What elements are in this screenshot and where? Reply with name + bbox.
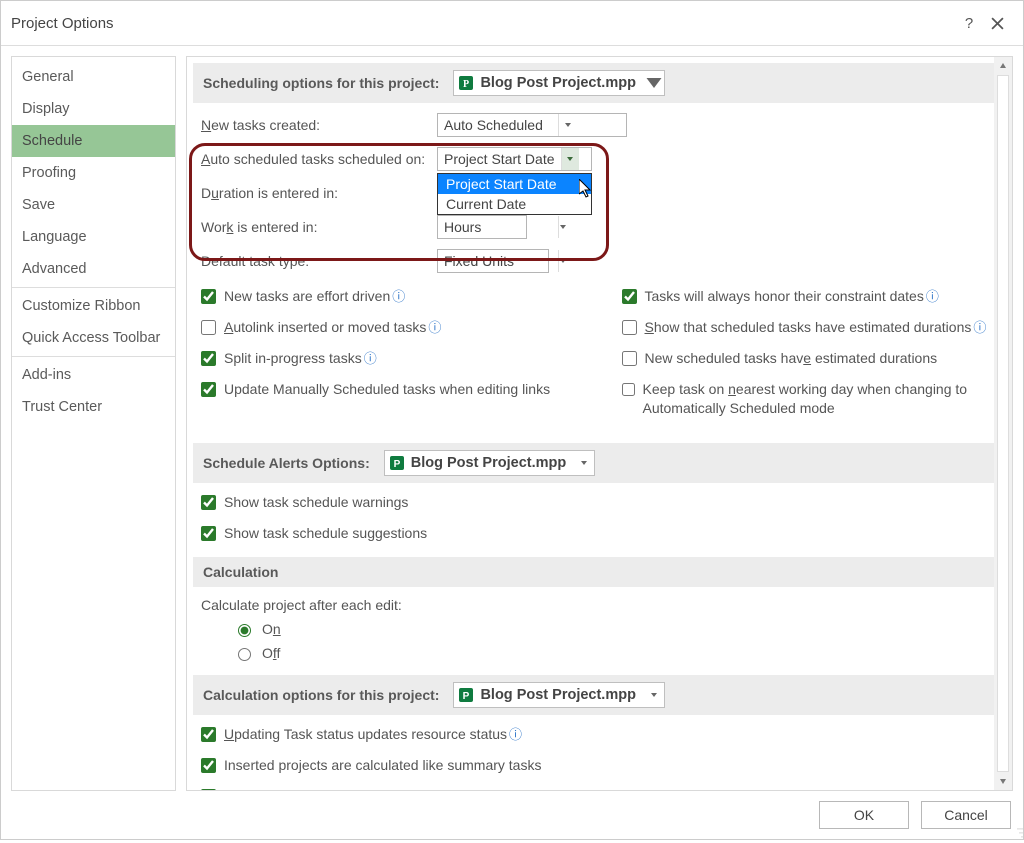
chk-schedule-suggestions[interactable]: Show task schedule suggestions <box>201 524 1002 543</box>
work-entered-in-value: Hours <box>438 219 558 235</box>
auto-scheduled-on-dropdown[interactable]: Project Start Date Current Date <box>437 173 592 215</box>
scheduling-options-title: Scheduling options for this project: <box>203 75 439 91</box>
sidebar-item-advanced[interactable]: Advanced <box>12 253 175 285</box>
sidebar-item-save[interactable]: Save <box>12 189 175 221</box>
svg-text:P: P <box>393 459 400 470</box>
default-task-type-combo[interactable]: Fixed Units <box>437 249 549 273</box>
scheduling-options-header: Scheduling options for this project: P B… <box>193 63 1002 103</box>
chk-update-manual-links[interactable]: Update Manually Scheduled tasks when edi… <box>201 380 582 399</box>
chk-inserted-projects-summary[interactable]: Inserted projects are calculated like su… <box>201 756 1002 775</box>
schedule-checks-right: Tasks will always honor their constraint… <box>622 287 1003 429</box>
sidebar-item-proofing[interactable]: Proofing <box>12 157 175 189</box>
alerts-project-name: Blog Post Project.mpp <box>407 455 575 471</box>
info-icon[interactable]: ⓘ <box>973 320 986 335</box>
default-task-type-label: Default task type: <box>201 253 437 269</box>
chk-autolink[interactable]: Autolink inserted or moved tasksⓘ <box>201 318 582 337</box>
scheduling-project-name: Blog Post Project.mpp <box>476 75 644 91</box>
alerts-project-selector[interactable]: P Blog Post Project.mpp <box>384 450 596 476</box>
schedule-alerts-title: Schedule Alerts Options: <box>203 455 370 471</box>
chevron-down-icon <box>558 250 567 272</box>
calculation-title: Calculation <box>203 564 278 580</box>
chk-new-estimated[interactable]: New scheduled tasks have estimated durat… <box>622 349 1003 368</box>
new-tasks-created-combo[interactable]: Auto Scheduled <box>437 113 627 137</box>
dropdown-opt-project-start-date[interactable]: Project Start Date <box>438 174 591 194</box>
calculation-header: Calculation <box>193 557 1002 587</box>
chk-updating-task-status[interactable]: Updating Task status updates resource st… <box>201 725 1002 744</box>
info-icon[interactable]: ⓘ <box>392 289 405 304</box>
help-button[interactable]: ? <box>955 9 983 37</box>
chk-split-inprogress[interactable]: Split in-progress tasksⓘ <box>201 349 582 368</box>
dropdown-opt-current-date[interactable]: Current Date <box>438 194 591 214</box>
sidebar-item-general[interactable]: General <box>12 61 175 93</box>
mouse-cursor-icon <box>579 179 595 202</box>
duration-entered-in-label: Duration is entered in: <box>201 185 437 201</box>
svg-text:P: P <box>463 691 470 702</box>
new-tasks-created-label: New tasks created: <box>201 117 437 133</box>
titlebar: Project Options ? <box>1 1 1023 46</box>
sidebar-item-trust-center[interactable]: Trust Center <box>12 391 175 423</box>
calc-options-title: Calculation options for this project: <box>203 687 439 703</box>
chevron-down-icon <box>644 73 664 93</box>
project-file-icon: P <box>387 453 407 473</box>
chevron-down-icon <box>574 459 594 467</box>
chk-actual-costs-by-project[interactable]: Actual costs are always calculated by Pr… <box>201 787 1002 791</box>
schedule-alerts-header: Schedule Alerts Options: P Blog Post Pro… <box>193 443 1002 483</box>
sidebar-item-language[interactable]: Language <box>12 221 175 253</box>
project-file-icon: P <box>456 685 476 705</box>
options-sidebar: General Display Schedule Proofing Save L… <box>11 56 176 791</box>
scheduling-project-selector[interactable]: P Blog Post Project.mpp <box>453 70 665 96</box>
project-file-icon: P <box>456 73 476 93</box>
close-icon <box>991 17 1004 30</box>
scroll-up-icon[interactable] <box>994 57 1012 75</box>
cancel-button[interactable]: Cancel <box>921 801 1011 829</box>
sidebar-item-add-ins[interactable]: Add-ins <box>12 359 175 391</box>
info-icon[interactable]: ⓘ <box>428 320 441 335</box>
new-tasks-created-value: Auto Scheduled <box>438 117 558 133</box>
chevron-down-icon <box>561 148 579 170</box>
calc-project-name: Blog Post Project.mpp <box>476 687 644 703</box>
scroll-down-icon[interactable] <box>994 772 1012 790</box>
auto-scheduled-on-label: Auto scheduled tasks scheduled on: <box>201 151 437 167</box>
info-icon[interactable]: ⓘ <box>509 727 522 742</box>
chevron-down-icon <box>644 691 664 699</box>
schedule-checks-left: New tasks are effort drivenⓘ Autolink in… <box>201 287 582 429</box>
calc-after-edit-label: Calculate project after each edit: <box>193 597 1002 613</box>
schedule-options-panel: Scheduling options for this project: P B… <box>186 56 1013 791</box>
chk-honor-constraint[interactable]: Tasks will always honor their constraint… <box>622 287 1003 306</box>
calc-project-selector[interactable]: P Blog Post Project.mpp <box>453 682 665 708</box>
chk-show-estimated[interactable]: Show that scheduled tasks have estimated… <box>622 318 1003 337</box>
chk-keep-nearest-day[interactable]: Keep task on nearest working day when ch… <box>622 380 1003 418</box>
work-entered-in-label: Work is entered in: <box>201 219 437 235</box>
work-entered-in-combo[interactable]: Hours <box>437 215 527 239</box>
auto-scheduled-on-combo[interactable]: Project Start Date <box>437 147 592 171</box>
close-button[interactable] <box>983 9 1011 37</box>
window-title: Project Options <box>11 15 955 32</box>
chk-effort-driven[interactable]: New tasks are effort drivenⓘ <box>201 287 582 306</box>
sidebar-item-display[interactable]: Display <box>12 93 175 125</box>
info-icon[interactable]: ⓘ <box>364 351 377 366</box>
chevron-down-icon <box>558 114 576 136</box>
resize-grip-icon[interactable]: ······ <box>1016 826 1022 838</box>
sidebar-item-customize-ribbon[interactable]: Customize Ribbon <box>12 290 175 322</box>
radio-calc-on[interactable]: On <box>233 621 1002 637</box>
chevron-down-icon <box>558 216 567 238</box>
project-options-window: Project Options ? General Display Schedu… <box>0 0 1024 840</box>
chk-schedule-warnings[interactable]: Show task schedule warnings <box>201 493 1002 512</box>
sidebar-item-quick-access-toolbar[interactable]: Quick Access Toolbar <box>12 322 175 354</box>
dialog-footer: OK Cancel <box>1 791 1023 839</box>
calc-options-header: Calculation options for this project: P … <box>193 675 1002 715</box>
default-task-type-value: Fixed Units <box>438 253 558 269</box>
info-icon[interactable]: ⓘ <box>926 289 939 304</box>
svg-text:P: P <box>463 79 469 90</box>
sidebar-item-schedule[interactable]: Schedule <box>12 125 175 157</box>
auto-scheduled-on-value: Project Start Date <box>438 151 561 167</box>
radio-calc-off[interactable]: Off <box>233 645 1002 661</box>
ok-button[interactable]: OK <box>819 801 909 829</box>
